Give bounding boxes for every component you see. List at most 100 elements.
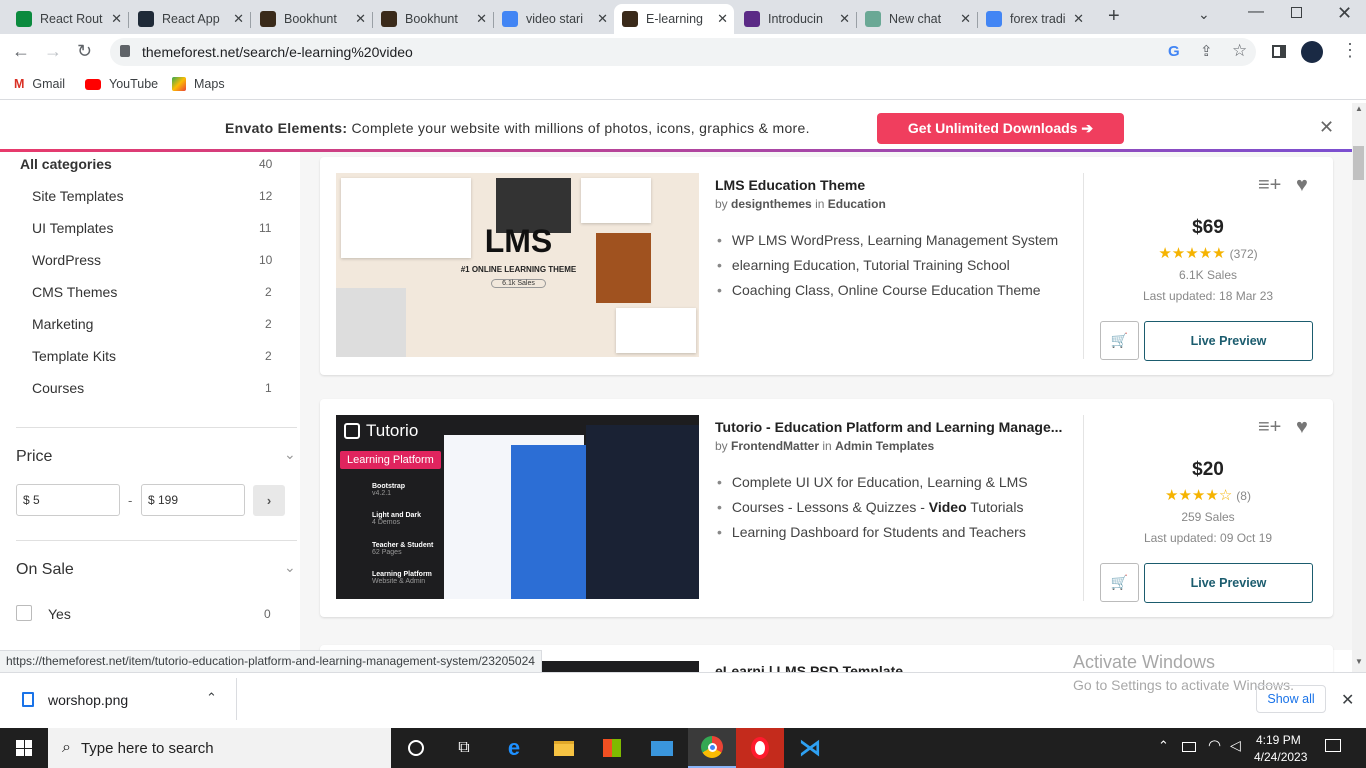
close-downloads-icon[interactable]: ✕ [1341,690,1354,710]
price-max-input[interactable] [141,484,245,516]
reload-icon[interactable]: ↻ [77,41,92,62]
price-apply-button[interactable]: › [253,485,285,516]
notifications-icon[interactable] [1325,739,1341,752]
chevron-down-icon[interactable]: ⌄ [284,446,296,463]
menu-icon[interactable]: ⋮ [1341,40,1359,61]
task-view-icon[interactable]: ⧉ [440,728,488,768]
price-min-input[interactable] [16,484,120,516]
category-item[interactable]: Courses [32,380,84,396]
taskbar-search-box[interactable]: ⌕ Type here to search [48,728,391,768]
file-explorer-icon[interactable] [540,728,588,768]
on-sale-checkbox[interactable] [16,605,32,621]
chevron-up-icon[interactable]: ⌃ [206,690,217,706]
item-title[interactable]: Tutorio - Education Platform and Learnin… [715,419,1062,435]
show-all-button[interactable]: Show all [1256,685,1326,713]
category-item[interactable]: Template Kits [32,348,116,364]
chevron-up-icon[interactable]: ⌃ [1158,738,1169,754]
close-tab-icon[interactable]: ✕ [960,11,971,27]
close-tab-icon[interactable]: ✕ [839,11,850,27]
wifi-icon[interactable]: ◠ [1208,736,1221,754]
profile-avatar[interactable] [1301,41,1323,63]
chrome-icon[interactable] [688,728,736,768]
item-category-link[interactable]: Education [828,197,886,211]
edge-icon[interactable]: e [490,728,538,768]
close-tab-icon[interactable]: ✕ [111,11,122,27]
close-banner-icon[interactable]: ✕ [1319,117,1334,138]
page-scrollbar[interactable] [1352,103,1366,672]
thumb-collage [341,178,471,258]
battery-icon[interactable] [1182,742,1196,752]
category-item[interactable]: Marketing [32,316,93,332]
tab-1[interactable]: React Rout ✕ [8,4,129,34]
tab-2[interactable]: React App ✕ [130,4,251,34]
maximize-button[interactable] [1291,7,1302,18]
close-tab-icon[interactable]: ✕ [717,11,728,27]
side-panel-icon[interactable] [1272,45,1286,58]
item-category-link[interactable]: Admin Templates [835,439,934,453]
close-tab-icon[interactable]: ✕ [597,11,608,27]
item-title[interactable]: LMS Education Theme [715,177,865,193]
category-item[interactable]: Site Templates [32,188,124,204]
back-icon[interactable]: ← [12,41,30,62]
store-icon[interactable] [588,728,636,768]
volume-icon[interactable]: ◁ [1230,737,1241,754]
cortana-icon[interactable] [392,728,440,768]
category-item[interactable]: UI Templates [32,220,113,236]
item-author-link[interactable]: FrontendMatter [731,439,819,453]
chevron-down-icon[interactable]: ⌄ [284,559,296,576]
clock-date[interactable]: 4/24/2023 [1254,750,1307,764]
item-thumbnail-tutorio[interactable]: Tutorio Learning Platform Bootstrap v4.2.… [336,415,699,599]
tab-5[interactable]: video stari ✕ [494,4,614,34]
tab-3[interactable]: Bookhunt ✕ [252,4,373,34]
live-preview-button[interactable]: Live Preview [1144,321,1313,361]
start-button[interactable] [0,728,48,768]
heart-icon[interactable]: ♥ [1296,174,1308,197]
get-unlimited-downloads-button[interactable]: Get Unlimited Downloads ➔ [877,113,1124,144]
on-sale-option-label[interactable]: Yes [48,606,71,622]
opera-icon[interactable] [736,728,784,768]
tab-4[interactable]: Bookhunt ✕ [373,4,494,34]
forward-icon[interactable]: → [44,41,62,62]
tab-9[interactable]: forex tradi ✕ [978,4,1090,34]
heart-icon[interactable]: ♥ [1296,416,1308,439]
add-to-collection-icon[interactable]: ≡+ [1258,174,1281,197]
scroll-down-icon[interactable]: ▼ [1355,657,1363,666]
item-author-link[interactable]: designthemes [731,197,812,211]
bookmark-star-icon[interactable]: ☆ [1232,41,1247,61]
close-tab-icon[interactable]: ✕ [476,11,487,27]
add-to-collection-icon[interactable]: ≡+ [1258,416,1281,439]
close-tab-icon[interactable]: ✕ [355,11,366,27]
category-item[interactable]: WordPress [32,252,101,268]
bookmark-gmail[interactable]: M Gmail [14,77,65,91]
minimize-button[interactable]: — [1248,3,1264,21]
tab-search-icon[interactable]: ⌄ [1198,6,1210,23]
share-icon[interactable]: ⇪ [1200,42,1213,60]
in-label: in [815,197,825,211]
tab-6[interactable]: E-learning ✕ [614,4,734,34]
tab-8[interactable]: New chat ✕ [857,4,978,34]
on-sale-filter-title[interactable]: On Sale [16,561,74,579]
scroll-up-icon[interactable]: ▲ [1355,104,1363,113]
item-bullet: Courses - Lessons & Quizzes - Video Tuto… [717,499,1024,515]
price-filter-title[interactable]: Price [16,448,52,466]
live-preview-button[interactable]: Live Preview [1144,563,1313,603]
tab-7[interactable]: Introducin ✕ [736,4,857,34]
close-tab-icon[interactable]: ✕ [1073,11,1084,27]
bookmark-maps[interactable]: Maps [172,77,225,91]
close-window-button[interactable]: ✕ [1337,3,1352,24]
category-all[interactable]: All categories [20,156,112,172]
mail-icon[interactable] [638,728,686,768]
bookmark-youtube[interactable]: YouTube [85,77,158,91]
url-text[interactable]: themeforest.net/search/e-learning%20vide… [142,44,413,60]
google-icon[interactable]: G [1168,43,1180,60]
category-item[interactable]: CMS Themes [32,284,117,300]
new-tab-button[interactable]: + [1108,5,1120,28]
item-thumbnail-lms[interactable]: LMS #1 ONLINE LEARNING THEME 6.1k Sales [336,173,699,357]
scrollbar-thumb[interactable] [1353,146,1364,180]
clock-time[interactable]: 4:19 PM [1256,733,1301,747]
vscode-icon[interactable]: ⋊ [786,728,834,768]
close-tab-icon[interactable]: ✕ [233,11,244,27]
add-to-cart-button[interactable]: 🛒 [1100,321,1139,360]
add-to-cart-button[interactable]: 🛒 [1100,563,1139,602]
download-filename[interactable]: worshop.png [48,692,128,708]
